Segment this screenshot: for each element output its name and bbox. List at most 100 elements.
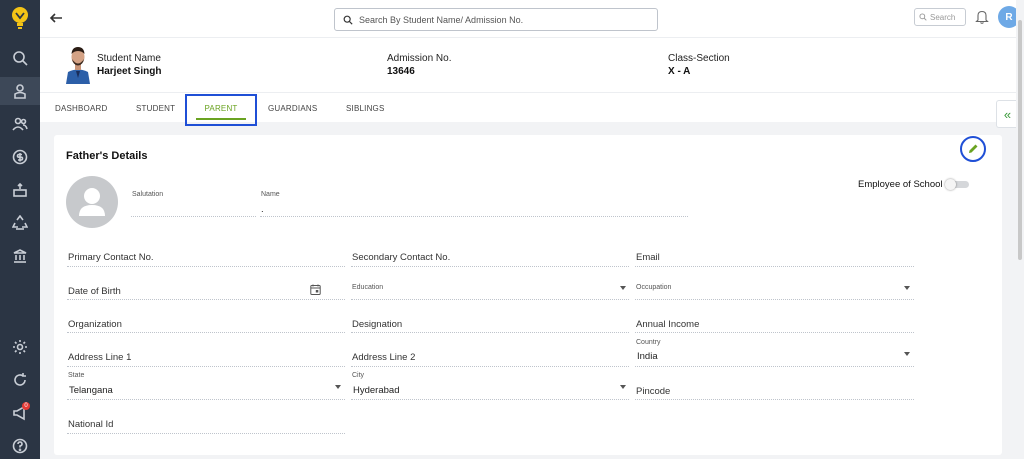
- salutation-field[interactable]: [131, 216, 256, 217]
- dob-field[interactable]: [67, 299, 345, 300]
- avatar-initial: R: [1005, 11, 1013, 23]
- search-icon: [919, 13, 927, 21]
- occupation-select[interactable]: [635, 299, 914, 300]
- double-chevron-left-icon: «: [1003, 106, 1012, 122]
- calendar-icon[interactable]: [310, 284, 321, 295]
- settings-icon[interactable]: [0, 333, 40, 361]
- name-field[interactable]: [260, 216, 688, 217]
- page-scrollbar[interactable]: [1016, 0, 1024, 459]
- collapse-panel-button[interactable]: «: [996, 100, 1018, 128]
- address-line2-label: Address Line 2: [352, 352, 416, 363]
- secondary-contact-field[interactable]: [351, 266, 629, 267]
- organization-label: Organization: [68, 319, 122, 330]
- student-summary: Student Name Harjeet Singh Admission No.…: [40, 37, 1016, 92]
- state-label: State: [68, 372, 85, 379]
- search-icon[interactable]: [0, 44, 40, 72]
- national-id-label: National Id: [68, 419, 114, 430]
- pincode-field[interactable]: [635, 399, 914, 400]
- national-id-field[interactable]: [67, 433, 345, 434]
- tab-guardians[interactable]: GUARDIANS: [268, 93, 317, 123]
- admission-block: Admission No. 13646: [387, 52, 451, 78]
- class-section: X - A: [668, 66, 691, 77]
- country-value: India: [637, 351, 658, 362]
- education-select[interactable]: [351, 299, 629, 300]
- secondary-contact-label: Secondary Contact No.: [352, 252, 451, 263]
- student-icon[interactable]: [0, 77, 40, 105]
- class-section-label: Class-Section: [668, 53, 730, 64]
- address-line1-label: Address Line 1: [68, 352, 132, 363]
- state-caret-icon[interactable]: [335, 385, 341, 389]
- edit-button[interactable]: [960, 136, 986, 162]
- annual-income-label: Annual Income: [636, 319, 700, 330]
- name-label: Name: [261, 191, 280, 198]
- tab-dashboard[interactable]: DASHBOARD: [55, 93, 107, 123]
- refresh-icon[interactable]: [0, 366, 40, 394]
- student-photo: [64, 44, 92, 84]
- country-select[interactable]: [635, 366, 914, 367]
- student-name: Harjeet Singh: [97, 66, 162, 77]
- address-line1-field[interactable]: [67, 366, 345, 367]
- top-bar: Search By Student Name/ Admission No. Se…: [40, 0, 1020, 37]
- education-caret-icon[interactable]: [620, 286, 626, 290]
- sidebar: 0: [0, 0, 40, 459]
- name-field-value: .: [261, 204, 264, 215]
- fees-icon[interactable]: [0, 143, 40, 171]
- people-icon[interactable]: [0, 110, 40, 138]
- pincode-label: Pincode: [636, 386, 671, 397]
- tab-siblings[interactable]: SIBLINGS: [346, 93, 385, 123]
- fathers-details-card: Father's Details Salutation Name . Emplo…: [54, 135, 1002, 455]
- country-label: Country: [636, 339, 661, 346]
- main-area: Search By Student Name/ Admission No. Se…: [40, 0, 1020, 459]
- tab-bar: DASHBOARD STUDENT PARENT GUARDIANS SIBLI…: [40, 92, 1016, 126]
- email-field[interactable]: [635, 266, 914, 267]
- global-search-placeholder: Search: [930, 12, 956, 22]
- organization-field[interactable]: [67, 332, 345, 333]
- help-icon[interactable]: [0, 432, 40, 459]
- app-logo-icon[interactable]: [9, 6, 31, 30]
- hand-money-icon[interactable]: [0, 176, 40, 204]
- class-block: Class-Section X - A: [668, 52, 730, 78]
- address-line2-field[interactable]: [351, 366, 629, 367]
- tab-label: SIBLINGS: [346, 103, 385, 113]
- tab-label: DASHBOARD: [55, 103, 108, 113]
- city-select[interactable]: [351, 399, 629, 400]
- city-label: City: [352, 372, 365, 379]
- annual-income-field[interactable]: [635, 332, 914, 333]
- employee-of-school-label: Employee of School: [858, 179, 943, 190]
- search-icon: [343, 15, 353, 25]
- tab-label: GUARDIANS: [268, 103, 318, 113]
- primary-contact-label: Primary Contact No.: [68, 252, 154, 263]
- designation-label: Designation: [352, 319, 403, 330]
- global-search-input[interactable]: Search: [914, 8, 966, 26]
- megaphone-icon[interactable]: 0: [0, 399, 40, 427]
- search-placeholder: Search By Student Name/ Admission No.: [359, 14, 524, 25]
- parent-photo-placeholder[interactable]: [66, 176, 118, 228]
- bell-icon[interactable]: [975, 9, 989, 24]
- back-arrow-icon[interactable]: [48, 10, 64, 26]
- student-name-label: Student Name: [97, 53, 161, 64]
- library-icon[interactable]: [0, 242, 40, 270]
- city-value: Hyderabad: [353, 385, 400, 396]
- salutation-label: Salutation: [132, 191, 164, 198]
- education-label: Education: [352, 284, 384, 291]
- tab-label: STUDENT: [136, 103, 176, 113]
- recycle-icon[interactable]: [0, 209, 40, 237]
- employee-of-school-toggle[interactable]: [945, 179, 971, 190]
- designation-field[interactable]: [351, 332, 629, 333]
- scrollbar-thumb[interactable]: [1018, 20, 1022, 260]
- pencil-icon: [969, 144, 978, 153]
- city-caret-icon[interactable]: [620, 385, 626, 389]
- country-caret-icon[interactable]: [904, 352, 910, 356]
- person-icon: [79, 188, 105, 216]
- notification-badge: 0: [22, 402, 30, 410]
- occupation-label: Occupation: [636, 284, 672, 291]
- student-search-input[interactable]: Search By Student Name/ Admission No.: [334, 8, 658, 31]
- tab-student[interactable]: STUDENT: [136, 93, 175, 123]
- active-tab-highlight: [185, 94, 257, 126]
- admission-number: 13646: [387, 66, 415, 77]
- state-select[interactable]: [67, 399, 345, 400]
- dob-label: Date of Birth: [68, 286, 121, 297]
- occupation-caret-icon[interactable]: [904, 286, 910, 290]
- primary-contact-field[interactable]: [67, 266, 345, 267]
- state-value: Telangana: [69, 385, 113, 396]
